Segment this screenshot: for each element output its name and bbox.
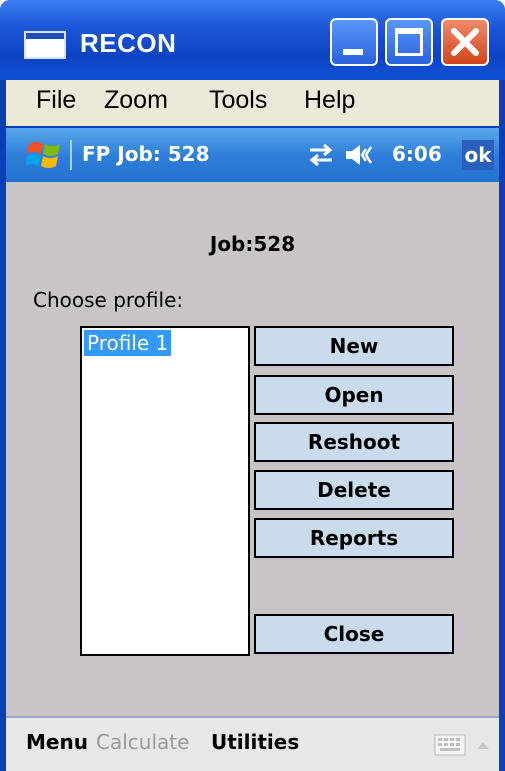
speaker-icon[interactable] <box>344 142 384 168</box>
minimize-button[interactable] <box>330 18 378 66</box>
close-icon <box>451 28 479 56</box>
ok-button[interactable]: ok <box>462 140 494 170</box>
mobile-title-bar: FP Job: 528 6:06 ok <box>6 128 499 182</box>
sync-icon[interactable] <box>306 142 336 168</box>
title-divider <box>70 140 72 170</box>
maximize-button[interactable] <box>385 18 433 66</box>
menu-bar: File Zoom Tools Help <box>6 80 499 126</box>
profile-list[interactable]: Profile 1 <box>80 326 250 656</box>
menu-file[interactable]: File <box>36 86 76 115</box>
open-button[interactable]: Open <box>254 375 454 415</box>
softkey-bar: Menu Calculate Utilities <box>6 716 499 771</box>
delete-button[interactable]: Delete <box>254 470 454 510</box>
app-window: RECON File Zoom Tools Help FP Job: 528 6… <box>0 0 505 771</box>
reshoot-button[interactable]: Reshoot <box>254 422 454 462</box>
chevron-up-icon[interactable] <box>476 740 490 750</box>
keyboard-icon[interactable] <box>434 734 466 756</box>
maximize-icon <box>395 28 423 56</box>
job-number-label: Job:528 <box>209 232 296 256</box>
job-title: FP Job: 528 <box>82 142 210 166</box>
window-title: RECON <box>80 28 177 58</box>
title-bar[interactable]: RECON <box>0 0 505 80</box>
choose-profile-label: Choose profile: <box>33 288 184 312</box>
utilities-softkey[interactable]: Utilities <box>211 730 299 754</box>
menu-zoom[interactable]: Zoom <box>104 86 168 115</box>
close-window-button[interactable] <box>441 18 489 66</box>
app-window-icon <box>24 31 66 59</box>
reports-button[interactable]: Reports <box>254 518 454 558</box>
new-button[interactable]: New <box>254 326 454 366</box>
list-item[interactable]: Profile 1 <box>84 330 172 356</box>
clock-time: 6:06 <box>392 142 442 166</box>
menu-tools[interactable]: Tools <box>209 86 267 115</box>
menu-softkey[interactable]: Menu <box>26 730 88 754</box>
calculate-softkey[interactable]: Calculate <box>96 730 189 754</box>
minimize-icon <box>343 49 363 55</box>
close-button[interactable]: Close <box>254 614 454 654</box>
menu-help[interactable]: Help <box>304 86 355 115</box>
main-content: Job:528 Choose profile: Profile 1 New Op… <box>6 182 499 716</box>
windows-logo-icon[interactable] <box>26 140 64 172</box>
